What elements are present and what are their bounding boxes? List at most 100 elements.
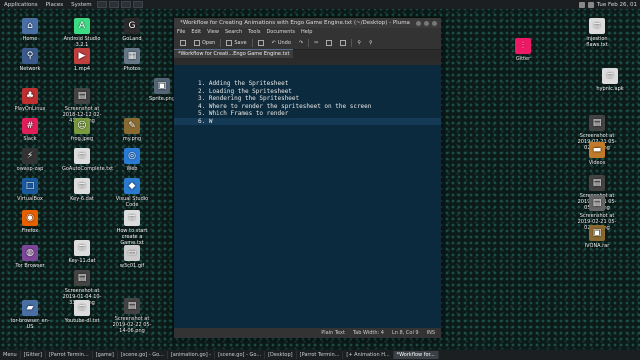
desktop-icon[interactable]: ≡ Youtube-dl.txt [62, 300, 102, 324]
desktop-icon[interactable]: G GoLand [112, 18, 152, 42]
launcher-icon[interactable] [96, 1, 107, 8]
desktop-icon[interactable]: ⚲ Network [10, 48, 50, 72]
tab-width-selector[interactable]: Tab Width: 4 [353, 330, 384, 336]
print-button[interactable] [255, 38, 267, 48]
desktop-icon[interactable]: ◍ Tor Browser [10, 245, 50, 269]
menu-documents[interactable]: Documents [263, 29, 298, 35]
desktop-icon[interactable]: ▭ w3c01.gif [112, 245, 152, 269]
desktop-icon[interactable]: □ VirtualBox [10, 178, 50, 202]
cut-button[interactable]: ✂ [311, 38, 321, 48]
taskbar-item[interactable]: [Parrot Termin... [46, 351, 93, 359]
desktop-icon-label: Videos [588, 160, 606, 166]
new-button[interactable] [177, 38, 189, 48]
desktop-icon[interactable]: ▦ Photos [112, 48, 152, 72]
desktop-icon[interactable]: ⚡ owasp-zap [10, 148, 50, 172]
menu-button[interactable]: Menu [0, 351, 21, 359]
desktop-icon[interactable]: ♣ PlayOnLinux [10, 88, 50, 112]
taskbar-item[interactable]: [game] [93, 351, 118, 359]
desktop-icon-label: frog.jpeg [70, 136, 94, 142]
desktop-icon-label: Slack [23, 136, 37, 142]
file-icon: ▤ [589, 115, 605, 131]
taskbar-item[interactable]: [scene.go] - Go... [215, 351, 266, 359]
volume-icon[interactable] [587, 1, 594, 8]
paste-button[interactable] [337, 38, 349, 48]
taskbar-item[interactable]: [+ Animation H... [343, 351, 394, 359]
taskbar-item[interactable]: [animation.go] - [168, 351, 216, 359]
menu-search[interactable]: Search [222, 29, 245, 35]
copy-button[interactable] [323, 38, 335, 48]
undo-button[interactable]: ↶ Undo [269, 38, 294, 48]
desktop-icon[interactable]: ☺ frog.jpeg [62, 118, 102, 142]
desktop-icon[interactable]: ⌂ Home [10, 18, 50, 42]
editor-line[interactable]: 4. Where to render the spritesheet on th… [174, 103, 441, 111]
desktop-icon[interactable]: ≡ hypnic.apk [590, 68, 630, 92]
close-button[interactable] [432, 20, 437, 26]
editor-line[interactable]: 1. Adding the Spritesheet [174, 80, 441, 88]
desktop-icon[interactable]: ≡ GoAutoComplete.txt [62, 148, 113, 172]
desktop-icon[interactable]: # Slack [10, 118, 50, 142]
system-tray: Tue Feb 26, 01 [578, 1, 640, 8]
desktop-icon[interactable]: ◆ Visual Studio Code [112, 178, 152, 208]
editor-line[interactable] [174, 65, 441, 73]
desktop-icon[interactable]: ✎ my.png [112, 118, 152, 142]
taskbar-item[interactable]: [Parrot Termin... [297, 351, 344, 359]
launcher-icon[interactable] [108, 1, 119, 8]
maximize-button[interactable] [424, 20, 429, 26]
launcher-icon[interactable] [120, 1, 131, 8]
menu-edit[interactable]: Edit [188, 29, 204, 35]
file-icon: ▤ [124, 298, 140, 314]
file-icon: ▤ [589, 175, 605, 191]
editor-line[interactable]: 6. W [174, 117, 441, 125]
desktop-icon[interactable]: ⫶ Gitter [503, 38, 543, 62]
desktop-icon-label: my.png [122, 136, 142, 142]
taskbar-item[interactable]: *Workflow for... [393, 351, 439, 359]
menu-view[interactable]: View [204, 29, 222, 35]
desktop-icon[interactable]: ≡ Key-6.dat [62, 178, 102, 202]
taskbar-item[interactable]: [Desktop] [265, 351, 297, 359]
desktop-icon[interactable]: A Android Studio 3.2.1 [62, 18, 102, 48]
taskbar-item[interactable]: [scene.go] - Go... [118, 351, 168, 359]
taskbar-item[interactable]: [Gitter] [21, 351, 46, 359]
desktop-icon[interactable]: ▰ tor-browser_en-US [10, 300, 50, 330]
title-bar[interactable]: *Workflow for Creating Animations with E… [174, 18, 441, 28]
launcher-icon[interactable] [132, 1, 143, 8]
tab-document[interactable]: *Workflow for Creati...Engo Game Engine.… [174, 49, 294, 58]
editor-line[interactable] [174, 73, 441, 81]
applications-menu[interactable]: Applications [0, 2, 42, 8]
desktop-icon[interactable]: ▶ 1.mp4 [62, 48, 102, 72]
desktop-icon[interactable]: ◉ Firefox [10, 210, 50, 234]
replace-button[interactable]: ⚲ [366, 38, 376, 48]
file-icon: ▰ [22, 300, 38, 316]
clock[interactable]: Tue Feb 26, 01 [597, 2, 637, 8]
text-editor[interactable]: 1. Adding the Spritesheet 2. Loading the … [174, 65, 441, 328]
save-icon [226, 39, 233, 46]
desktop-icon[interactable]: ▬ Videos [577, 142, 617, 166]
redo-button[interactable]: ↷ [296, 38, 306, 48]
save-button[interactable]: Save [223, 38, 249, 48]
find-button[interactable]: ⚲ [354, 38, 364, 48]
menu-tools[interactable]: Tools [245, 29, 263, 35]
network-icon[interactable] [578, 1, 585, 8]
status-bar: Plain Text Tab Width: 4 Ln 8, Col 9 INS [174, 328, 441, 338]
editor-line[interactable]: 3. Rendering the Spritesheet [174, 95, 441, 103]
desktop-icon-label: Screenshot at 2019-02-22 05-14-06.png [112, 316, 152, 334]
language-selector[interactable]: Plain Text [321, 330, 345, 336]
desktop-icon[interactable]: ▣ IVONA.rar [577, 225, 617, 249]
desktop-icon[interactable]: ▤ Screenshot at 2019-02-22 05-14-06.png [112, 298, 152, 334]
desktop-icon[interactable]: ≡ Key-11.dat [62, 240, 102, 264]
bottom-panel: Menu [Gitter] [Parrot Termin... [game] [scen… [0, 350, 640, 360]
desktop-icon[interactable]: ≡ How to start create a Game.txt [112, 210, 152, 246]
file-icon: ≡ [124, 210, 140, 226]
open-button[interactable]: Open [191, 38, 218, 48]
system-menu[interactable]: System [67, 2, 96, 8]
desktop-icon[interactable]: ≡ injestion flaws.txt [577, 18, 617, 48]
editor-line[interactable]: 2. Loading the Spritesheet [174, 88, 441, 96]
places-menu[interactable]: Places [42, 2, 68, 8]
file-icon: ◉ [22, 210, 38, 226]
desktop-icon[interactable]: ◎ Web [112, 148, 152, 172]
menu-file[interactable]: File [174, 29, 188, 35]
menu-help[interactable]: Help [298, 29, 315, 35]
file-icon: ≡ [74, 178, 90, 194]
minimize-button[interactable] [416, 20, 421, 26]
editor-line[interactable]: 5. Which Frames to render [174, 110, 441, 118]
